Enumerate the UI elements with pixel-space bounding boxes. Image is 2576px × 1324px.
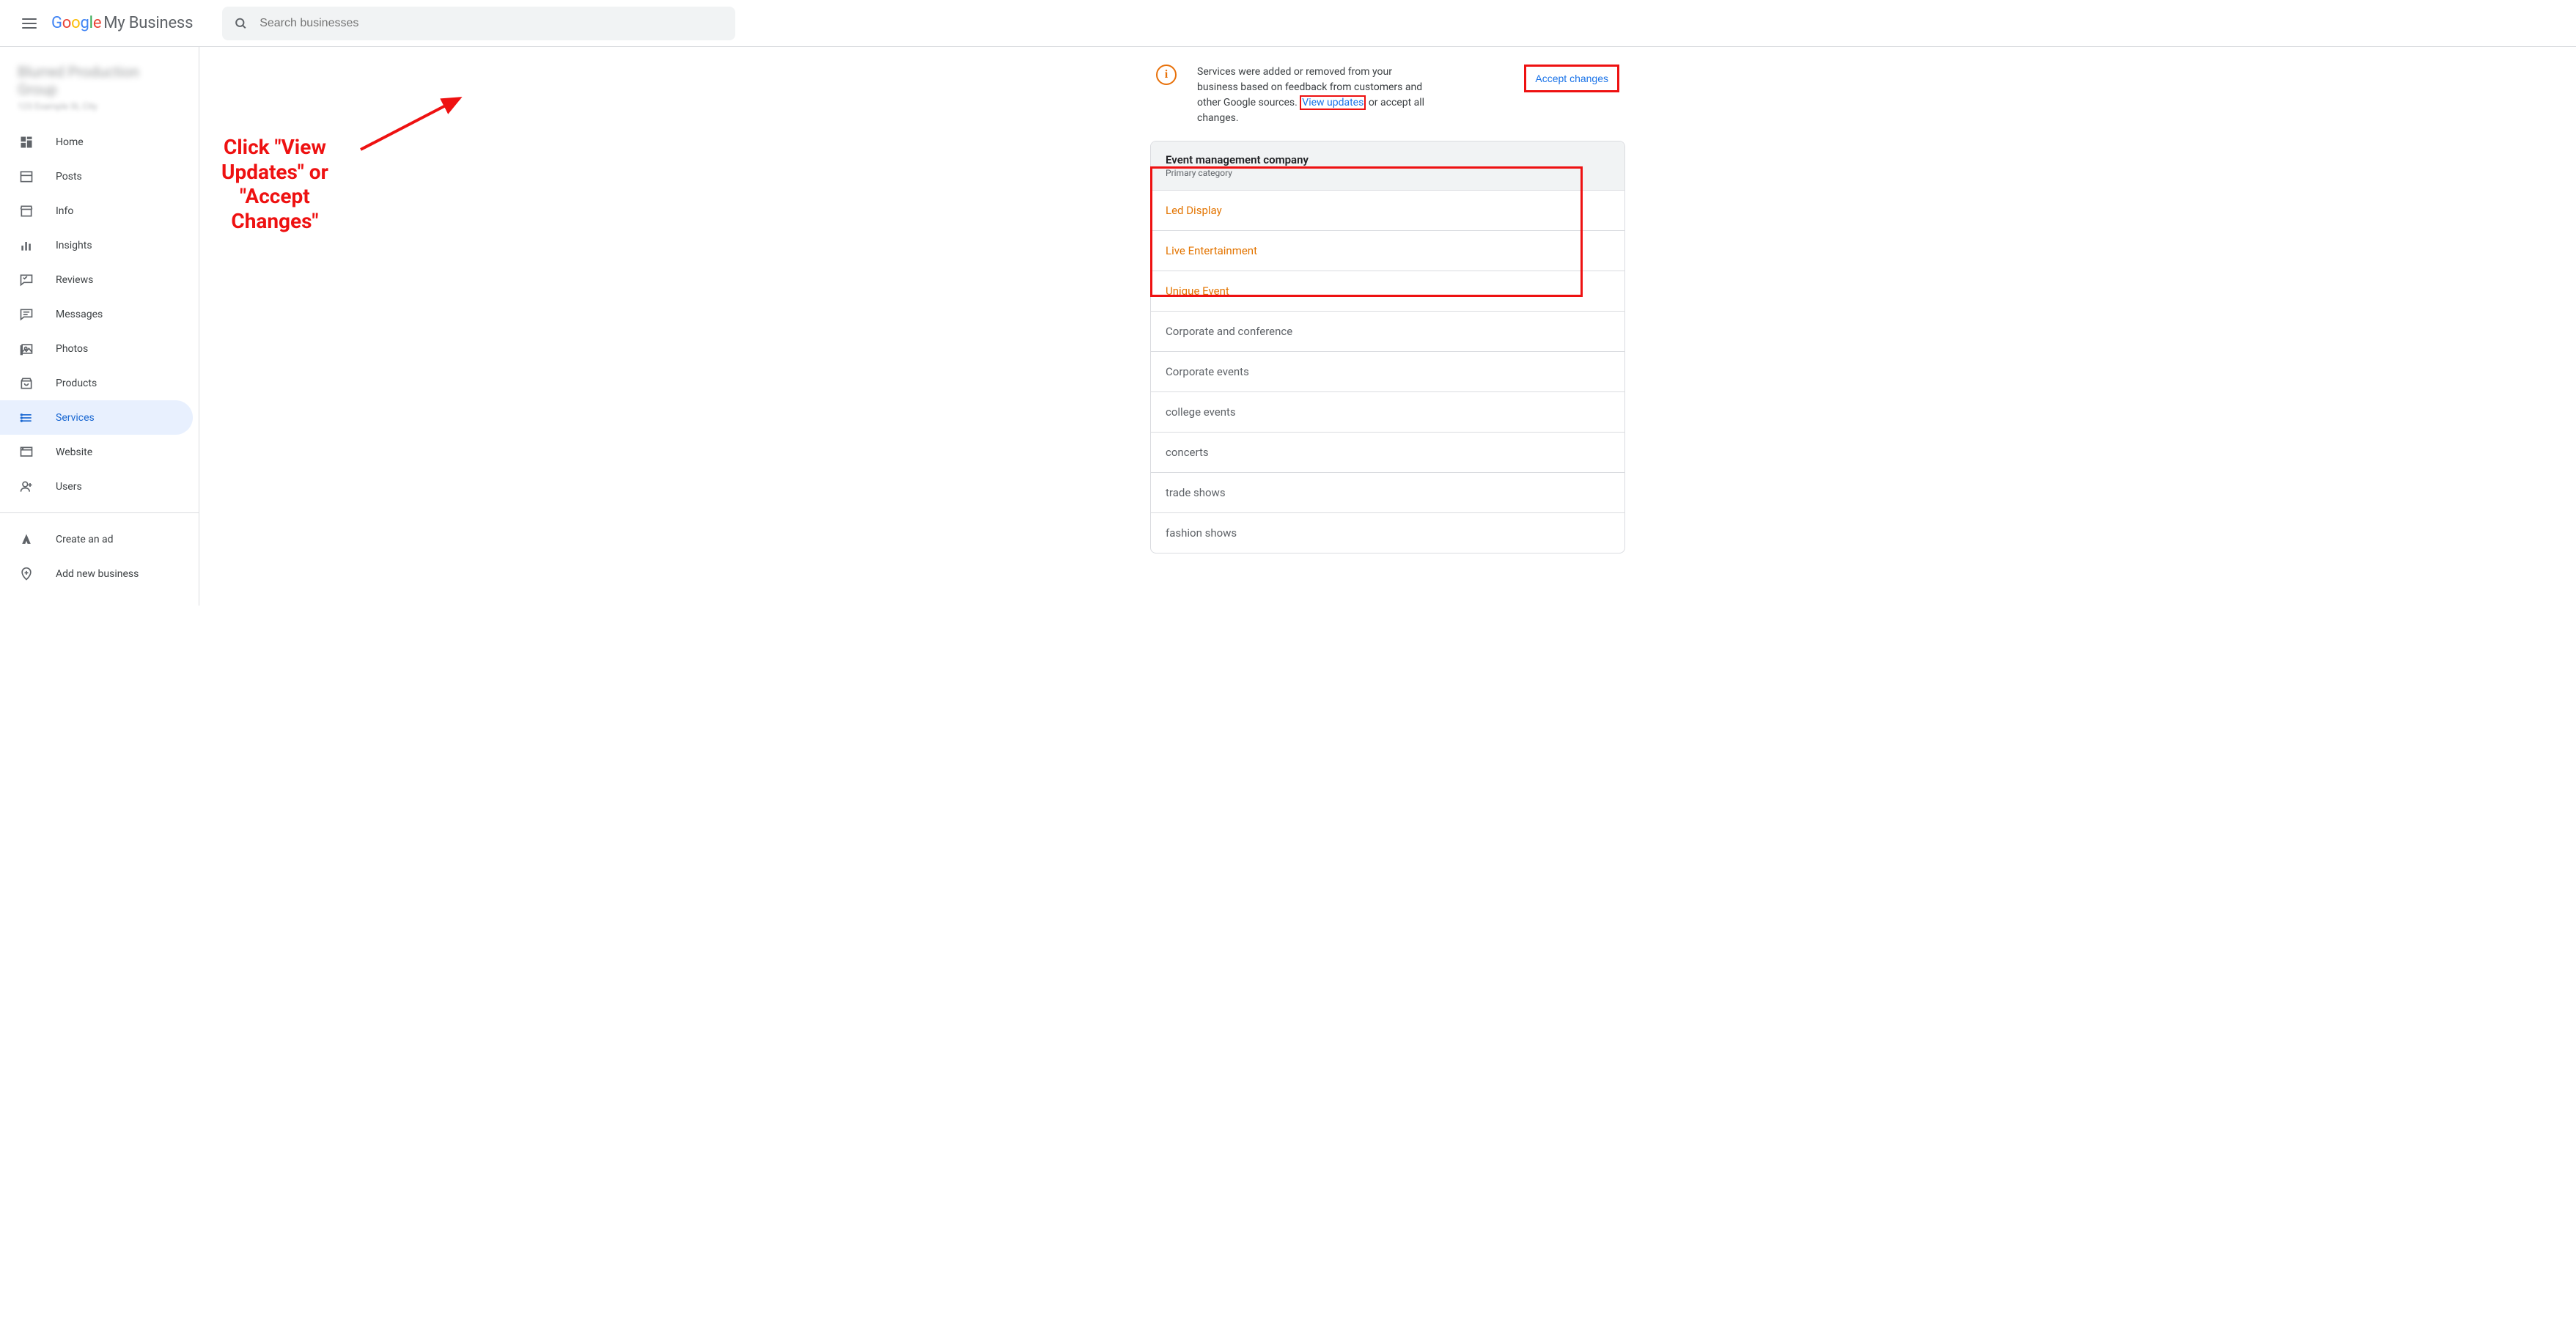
- addpin-icon: [18, 565, 35, 583]
- service-item[interactable]: Live Entertainment: [1151, 230, 1624, 271]
- service-item[interactable]: concerts: [1151, 432, 1624, 472]
- annotation-highlight-accept: Accept changes: [1524, 65, 1619, 92]
- sidebar-item-add-business[interactable]: Add new business: [0, 556, 193, 591]
- sidebar-item-label: Posts: [56, 171, 82, 183]
- sidebar-item-label: Services: [56, 412, 95, 424]
- service-item[interactable]: fashion shows: [1151, 512, 1624, 553]
- sidebar-item-label: Create an ad: [56, 534, 114, 545]
- messages-icon: [18, 306, 35, 323]
- sidebar-item-label: Website: [56, 446, 92, 458]
- sidebar-item-website[interactable]: Website: [0, 435, 193, 469]
- sidebar-item-label: Insights: [56, 240, 92, 251]
- products-icon: [18, 375, 35, 392]
- service-item[interactable]: Led Display: [1151, 190, 1624, 230]
- ads-icon: [18, 531, 35, 548]
- search-icon: [234, 16, 248, 31]
- service-item[interactable]: Corporate and conference: [1151, 311, 1624, 351]
- reviews-icon: [18, 271, 35, 289]
- panel-header: Event management company Primary categor…: [1151, 141, 1624, 190]
- sidebar-item-messages[interactable]: Messages: [0, 297, 193, 331]
- service-item[interactable]: college events: [1151, 391, 1624, 432]
- menu-button[interactable]: [12, 6, 47, 41]
- sidebar-item-posts[interactable]: Posts: [0, 159, 193, 194]
- business-name: Blurred Production Group: [18, 63, 181, 98]
- service-item[interactable]: Unique Event: [1151, 271, 1624, 311]
- annotation-text: Click "View Updates" or "Accept Changes": [221, 135, 328, 233]
- accept-changes-button[interactable]: Accept changes: [1529, 68, 1614, 89]
- sidebar-item-photos[interactable]: Photos: [0, 331, 193, 366]
- business-address: 123 Example St, City: [18, 101, 181, 111]
- photos-icon: [18, 340, 35, 358]
- sidebar-item-create-ad[interactable]: Create an ad: [0, 522, 193, 556]
- services-panel: Event management company Primary categor…: [1150, 141, 1625, 553]
- notice-banner: i Services were added or removed from yo…: [1150, 65, 1625, 126]
- notice-text: Services were added or removed from your…: [1197, 65, 1432, 126]
- header: Google My Business: [0, 0, 2576, 47]
- sidebar-item-users[interactable]: Users: [0, 469, 193, 504]
- website-icon: [18, 444, 35, 461]
- sidebar-item-home[interactable]: Home: [0, 125, 193, 159]
- users-icon: [18, 478, 35, 496]
- sidebar-item-label: Products: [56, 378, 97, 389]
- sidebar-item-label: Messages: [56, 309, 103, 320]
- main-content: Click "View Updates" or "Accept Changes"…: [199, 47, 2576, 606]
- services-icon: [18, 409, 35, 427]
- dashboard-icon: [18, 133, 35, 151]
- service-item[interactable]: Corporate events: [1151, 351, 1624, 391]
- sidebar-item-label: Reviews: [56, 274, 93, 286]
- sidebar-item-insights[interactable]: Insights: [0, 228, 193, 262]
- sidebar-item-services[interactable]: Services: [0, 400, 193, 435]
- business-header[interactable]: Blurred Production Group 123 Example St,…: [0, 56, 199, 125]
- view-updates-link[interactable]: View updates: [1300, 95, 1366, 110]
- sidebar-item-label: Photos: [56, 343, 88, 355]
- nav-divider: [0, 512, 199, 513]
- sidebar-item-reviews[interactable]: Reviews: [0, 262, 193, 297]
- panel-title: Event management company: [1166, 153, 1610, 166]
- sidebar-item-label: Add new business: [56, 568, 139, 580]
- insights-icon: [18, 237, 35, 254]
- sidebar-item-label: Users: [56, 481, 82, 493]
- annotation-arrow-icon: [353, 91, 471, 157]
- sidebar-item-info[interactable]: Info: [0, 194, 193, 228]
- info-icon: i: [1156, 65, 1177, 85]
- panel-subtitle: Primary category: [1166, 168, 1610, 178]
- store-icon: [18, 202, 35, 220]
- search-box[interactable]: [222, 7, 735, 40]
- sidebar-item-label: Info: [56, 205, 73, 217]
- service-item[interactable]: trade shows: [1151, 472, 1624, 512]
- sidebar-item-products[interactable]: Products: [0, 366, 193, 400]
- post-icon: [18, 168, 35, 185]
- hamburger-icon: [22, 18, 37, 29]
- logo-product-text: My Business: [103, 14, 193, 32]
- sidebar: Blurred Production Group 123 Example St,…: [0, 47, 199, 606]
- sidebar-item-label: Home: [56, 136, 84, 148]
- search-input[interactable]: [260, 17, 724, 30]
- logo[interactable]: Google My Business: [51, 14, 193, 32]
